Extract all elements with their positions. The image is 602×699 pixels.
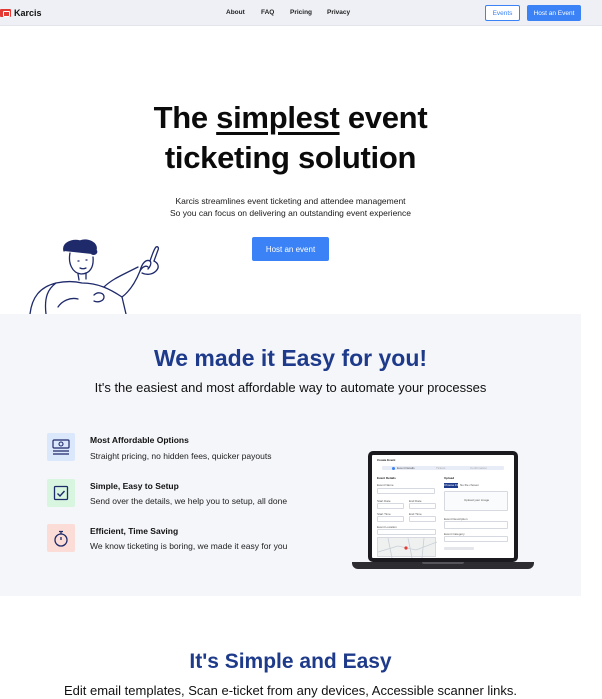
mini-header: Create Event	[377, 458, 396, 462]
hero-subtitle-1: Karcis streamlines event ticketing and a…	[175, 196, 406, 206]
create-event-screenshot: Create Event Event Details Tickets Confi…	[372, 455, 514, 558]
nav-link-privacy[interactable]: Privacy	[327, 9, 350, 16]
person-pointing-illustration	[29, 239, 160, 314]
mini-input	[409, 516, 436, 522]
simple-title: It's Simple and Easy	[189, 650, 392, 673]
nav-link-about[interactable]: About	[226, 9, 245, 16]
mini-step-3: Confirmation	[470, 466, 488, 470]
mini-input	[377, 488, 435, 494]
mini-no-file: No file chosen	[460, 483, 480, 487]
easy-section: We made it Easy for you! It's the easies…	[0, 314, 581, 596]
checkbox-icon	[47, 479, 75, 507]
mini-desc-input	[444, 521, 508, 529]
laptop-base	[352, 562, 534, 569]
mini-category-select	[444, 536, 508, 542]
nav-link-faq[interactable]: FAQ	[261, 9, 274, 16]
laptop-screen: Create Event Event Details Tickets Confi…	[368, 451, 518, 562]
mini-line	[444, 547, 474, 550]
easy-subtitle: It's the easiest and most affordable way…	[94, 380, 487, 395]
hero-title-emphasis: simplest	[216, 100, 340, 135]
feature-desc-setup: Send over the details, we help you to se…	[90, 496, 288, 506]
mini-input	[377, 529, 436, 535]
mini-input	[377, 503, 404, 509]
mini-map	[377, 537, 438, 558]
feature-title-efficient: Efficient, Time Saving	[90, 526, 179, 536]
hero-subtitle-2: So you can focus on delivering an outsta…	[170, 208, 411, 218]
feature-title-affordable: Most Affordable Options	[90, 435, 189, 445]
simple-subtitle: Edit email templates, Scan e-ticket from…	[63, 683, 518, 698]
feature-desc-affordable: Straight pricing, no hidden fees, quicke…	[90, 451, 272, 461]
mini-choose-file-label: Choose File	[444, 483, 461, 487]
mini-input	[409, 503, 436, 509]
mini-step-dot	[392, 466, 395, 470]
host-event-hero-button[interactable]: Host an event	[252, 237, 329, 261]
feature-desc-efficient: We know ticketing is boring, we made it …	[90, 541, 288, 551]
hero-title-before: The	[153, 100, 217, 135]
mini-step-1: Event Details	[397, 466, 415, 470]
hero-title-after: event	[339, 100, 428, 135]
money-icon	[47, 433, 75, 461]
mini-field-event-name: Event Name	[377, 483, 394, 487]
stopwatch-icon	[47, 524, 75, 552]
events-button[interactable]: Events	[485, 5, 520, 21]
host-event-nav-button[interactable]: Host an Event	[527, 5, 581, 21]
mini-side-header: Upload	[444, 476, 455, 480]
laptop-mockup: Create Event Event Details Tickets Confi…	[352, 451, 534, 573]
mini-upload-label: Upload your image	[464, 498, 490, 502]
hero-title-line-2: ticketing solution	[164, 140, 417, 175]
feature-title-setup: Simple, Easy to Setup	[90, 481, 179, 491]
mini-step-2: Tickets	[436, 466, 446, 470]
easy-title: We made it Easy for you!	[153, 345, 428, 371]
nav-link-pricing[interactable]: Pricing	[290, 9, 312, 16]
mini-input	[377, 516, 404, 522]
top-nav: Karcis About FAQ Pricing Privacy Events …	[0, 0, 602, 26]
hero-title-line-1: The simplest event	[0, 98, 581, 138]
mini-section-title: Event Details	[377, 476, 396, 480]
